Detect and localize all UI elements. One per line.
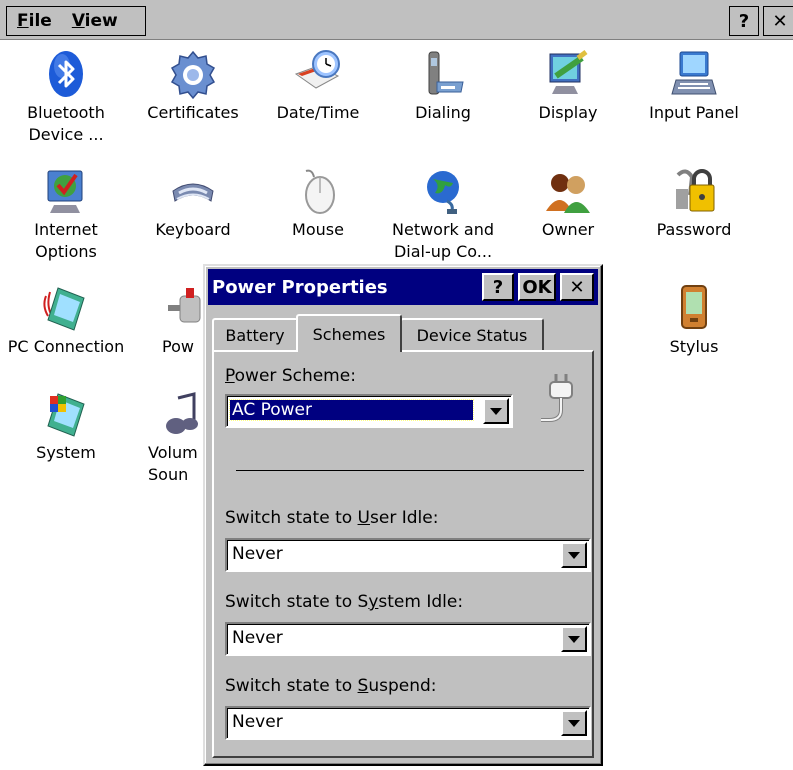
cp-label: Bluetooth Device ... [27, 103, 105, 144]
cp-item-mouse[interactable]: Mouse [255, 165, 381, 241]
display-icon [549, 50, 588, 94]
bluetooth-icon [49, 51, 83, 97]
dialog-titlebar[interactable]: Power Properties ? OK ✕ [208, 269, 598, 305]
cp-item-owner[interactable]: Owner [505, 165, 631, 241]
cp-item-system[interactable]: System [3, 388, 129, 464]
label-mnemonic: S [357, 676, 369, 696]
cp-label: Date/Time [276, 103, 360, 122]
menu-file-mnemonic: F [17, 11, 29, 31]
help-button[interactable]: ? [729, 6, 759, 36]
tab-device-status[interactable]: Device Status [400, 318, 544, 350]
user-idle-select[interactable]: Never [225, 538, 591, 572]
cp-label: Pow [162, 337, 194, 356]
label-rest: ower Scheme: [234, 366, 356, 386]
separator [236, 470, 584, 471]
dialing-icon [428, 51, 464, 95]
system-idle-label: Switch state to System Idle: [225, 592, 463, 612]
cp-item-volume-sounds[interactable]: Volum Soun [130, 388, 210, 486]
tab-schemes[interactable]: Schemes [296, 314, 402, 352]
cp-label: Keyboard [155, 220, 231, 239]
menu-box: File View [6, 6, 146, 36]
cp-label: Internet Options [34, 220, 98, 261]
cp-label: System [36, 443, 96, 462]
mouse-icon [305, 169, 335, 214]
cp-item-certificates[interactable]: Certificates [130, 48, 256, 124]
system-idle-value: Never [232, 628, 283, 648]
menu-view-rest: iew [84, 11, 118, 31]
cp-label: Input Panel [649, 103, 739, 122]
keyboard-icon [172, 183, 214, 202]
label-prefix: Switch state to S [225, 592, 369, 612]
dialog-help-button[interactable]: ? [482, 273, 514, 301]
label-rest: ser Idle: [370, 508, 439, 528]
pc-connection-icon [43, 287, 85, 331]
menu-file-rest: ile [28, 11, 52, 31]
menu-file[interactable]: File [7, 11, 62, 31]
cp-item-keyboard[interactable]: Keyboard [130, 165, 256, 241]
cp-label: Password [656, 220, 732, 239]
menu-view-mnemonic: V [71, 11, 85, 31]
internet-options-icon [47, 170, 83, 213]
owner-icon [546, 174, 590, 213]
power-scheme-label: Power Scheme: [225, 366, 356, 386]
dialog-title: Power Properties [212, 277, 388, 298]
cp-item-password[interactable]: Password [631, 165, 757, 241]
cp-item-date-time[interactable]: Date/Time [255, 48, 381, 124]
cp-item-power[interactable]: Pow [130, 282, 210, 358]
cp-label: Network and Dial-up Co... [392, 220, 494, 261]
dialog-ok-button[interactable]: OK [518, 273, 556, 301]
cp-label: Display [538, 103, 598, 122]
chevron-down-icon[interactable] [561, 626, 587, 652]
cp-item-pc-connection[interactable]: PC Connection [3, 282, 129, 358]
cp-label: Stylus [669, 337, 719, 356]
date-time-icon [294, 50, 340, 89]
power-properties-dialog: Power Properties ? OK ✕ Battery Schemes … [203, 264, 603, 766]
cp-item-stylus[interactable]: Stylus [631, 282, 757, 358]
stylus-icon [681, 285, 707, 329]
system-idle-select[interactable]: Never [225, 622, 591, 656]
label-mnemonic: U [357, 508, 370, 528]
chevron-down-icon[interactable] [561, 542, 587, 568]
cp-item-input-panel[interactable]: Input Panel [631, 48, 757, 124]
dialog-close-button[interactable]: ✕ [560, 273, 594, 301]
tab-battery[interactable]: Battery [212, 318, 298, 350]
cp-label: Certificates [147, 103, 239, 122]
cp-label: Owner [541, 220, 595, 239]
user-idle-value: Never [232, 544, 283, 564]
label-mnemonic: y [368, 592, 379, 612]
chevron-down-icon[interactable] [483, 398, 509, 424]
chevron-down-icon[interactable] [561, 710, 587, 736]
suspend-value: Never [232, 712, 283, 732]
cp-item-dialing[interactable]: Dialing [380, 48, 506, 124]
cp-item-display[interactable]: Display [505, 48, 631, 124]
network-icon [427, 171, 459, 214]
password-icon [676, 169, 715, 212]
system-icon [47, 393, 85, 437]
cp-item-internet-options[interactable]: Internet Options [3, 165, 129, 263]
cp-label: Volum Soun [148, 443, 198, 484]
label-prefix: Switch state to [225, 676, 358, 696]
cp-label: Dialing [415, 103, 471, 122]
user-idle-label: Switch state to User Idle: [225, 508, 438, 528]
cp-item-bluetooth[interactable]: Bluetooth Device ... [3, 48, 129, 146]
label-rest: stem Idle: [378, 592, 464, 612]
menu-bar: File View ? ✕ [0, 0, 793, 40]
cp-item-network[interactable]: Network and Dial-up Co... [380, 165, 506, 263]
menu-view[interactable]: View [62, 11, 128, 31]
power-scheme-value: AC Power [229, 399, 474, 421]
power-scheme-select[interactable]: AC Power [225, 394, 513, 428]
cp-label: PC Connection [7, 337, 125, 356]
label-rest: uspend: [368, 676, 437, 696]
certificates-icon [170, 50, 216, 100]
label-mnemonic: P [225, 366, 235, 386]
input-panel-icon [671, 51, 717, 95]
suspend-label: Switch state to Suspend: [225, 676, 437, 696]
schemes-tab-panel: Power Scheme: AC Power Switch state to U… [212, 350, 594, 758]
cp-label: Mouse [292, 220, 344, 239]
power-plug-icon [541, 374, 573, 422]
suspend-select[interactable]: Never [225, 706, 591, 740]
label-prefix: Switch state to [225, 508, 358, 528]
close-button[interactable]: ✕ [763, 6, 793, 36]
